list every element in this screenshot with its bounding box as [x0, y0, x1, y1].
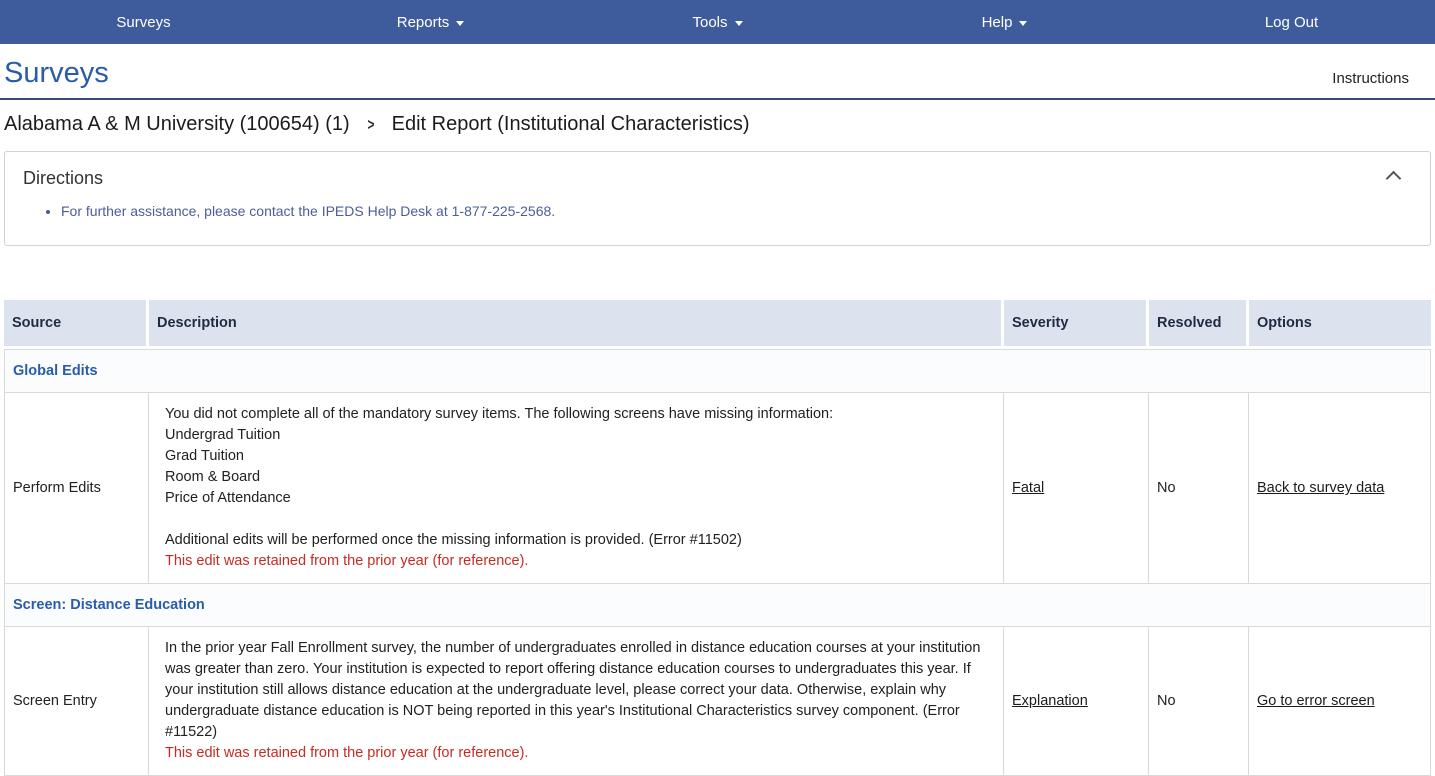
dropdown-caret-icon [735, 21, 743, 26]
nav-label-tools: Tools [692, 14, 727, 31]
resolved-cell: No [1149, 627, 1249, 776]
description-text: In the prior year Fall Enrollment survey… [165, 638, 987, 743]
directions-panel: Directions For further assistance, pleas… [4, 151, 1431, 246]
severity-cell: Explanation [1004, 627, 1149, 776]
nav-item-reports[interactable]: Reports [287, 0, 574, 44]
breadcrumb-institution[interactable]: Alabama A & M University (100654) (1) [4, 113, 350, 136]
edit-row-screen-entry: Screen Entry In the prior year Fall Enro… [4, 627, 1431, 776]
edit-report-table: Source Description Severity Resolved Opt… [4, 300, 1431, 776]
chevron-up-icon [1386, 171, 1402, 187]
group-row-distance-education: Screen: Distance Education [4, 584, 1431, 627]
top-nav: Surveys Reports Tools Help Log Out [0, 0, 1435, 44]
options-cell: Go to error screen [1249, 627, 1431, 776]
column-header-options: Options [1249, 300, 1431, 349]
group-label: Global Edits [4, 349, 1431, 393]
directions-collapse-button[interactable] [1388, 170, 1404, 184]
instructions-link[interactable]: Instructions [1332, 70, 1409, 90]
edit-row-perform-edits: Perform Edits You did not complete all o… [4, 393, 1431, 584]
nav-label-help: Help [982, 14, 1013, 31]
retained-note: This edit was retained from the prior ye… [165, 551, 987, 572]
go-to-error-screen-link[interactable]: Go to error screen [1257, 693, 1375, 709]
page-header: Surveys Instructions [0, 44, 1435, 100]
column-header-description: Description [149, 300, 1004, 349]
nav-item-logout[interactable]: Log Out [1148, 0, 1435, 44]
severity-cell: Fatal [1004, 393, 1149, 584]
description-cell: In the prior year Fall Enrollment survey… [149, 627, 1004, 776]
nav-item-surveys[interactable]: Surveys [0, 0, 287, 44]
explanation-link[interactable]: Explanation [1012, 693, 1088, 709]
nav-item-help[interactable]: Help [861, 0, 1148, 44]
severity-link[interactable]: Fatal [1012, 480, 1044, 496]
nav-label-logout: Log Out [1265, 14, 1318, 31]
resolved-cell: No [1149, 393, 1249, 584]
back-to-survey-data-link[interactable]: Back to survey data [1257, 480, 1384, 496]
dropdown-caret-icon [1019, 21, 1027, 26]
column-header-severity: Severity [1004, 300, 1149, 349]
breadcrumb-separator-icon: > [367, 115, 374, 135]
retained-note: This edit was retained from the prior ye… [165, 743, 987, 764]
breadcrumb-current-page: Edit Report (Institutional Characteristi… [392, 113, 750, 136]
breadcrumb: Alabama A & M University (100654) (1) > … [0, 100, 1435, 149]
description-cell: You did not complete all of the mandator… [149, 393, 1004, 584]
column-header-source: Source [4, 300, 149, 349]
column-header-resolved: Resolved [1149, 300, 1249, 349]
source-cell: Screen Entry [4, 627, 149, 776]
group-label: Screen: Distance Education [4, 584, 1431, 627]
nav-label-reports: Reports [397, 14, 450, 31]
dropdown-caret-icon [456, 21, 464, 26]
options-cell: Back to survey data [1249, 393, 1431, 584]
directions-title: Directions [23, 168, 1412, 189]
group-row-global-edits: Global Edits [4, 349, 1431, 393]
nav-item-tools[interactable]: Tools [574, 0, 861, 44]
table-header: Source Description Severity Resolved Opt… [4, 300, 1431, 349]
directions-list: For further assistance, please contact t… [23, 203, 1412, 219]
nav-label-surveys: Surveys [116, 14, 170, 31]
source-cell: Perform Edits [4, 393, 149, 584]
page-title: Surveys [4, 58, 109, 90]
description-text: You did not complete all of the mandator… [165, 404, 987, 551]
help-desk-note: For further assistance, please contact t… [61, 203, 1412, 219]
